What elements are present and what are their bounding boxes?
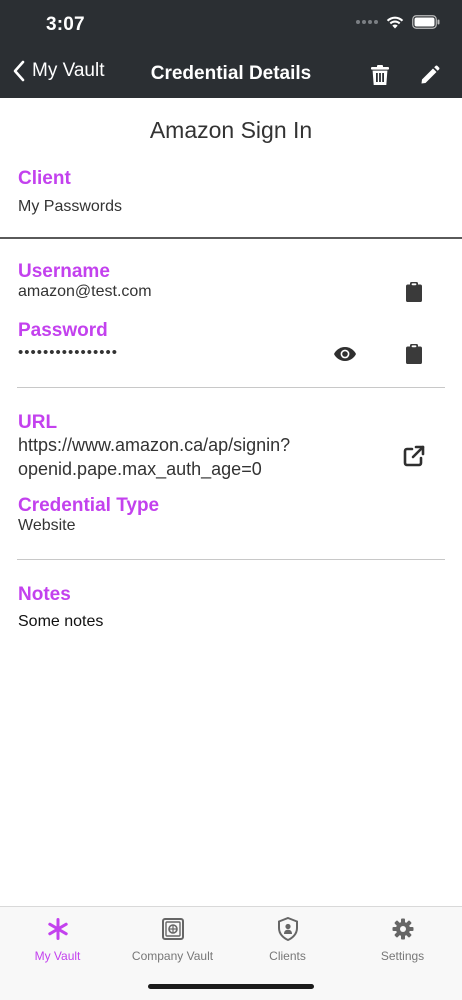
copy-password-button[interactable]	[399, 339, 429, 369]
cellular-signal-icon	[356, 20, 378, 24]
tab-company-vault[interactable]: Company Vault	[115, 915, 230, 963]
clipboard-icon	[406, 344, 422, 364]
copy-username-button[interactable]	[399, 277, 429, 307]
chevron-left-icon	[13, 60, 25, 82]
tab-label: Clients	[269, 949, 306, 963]
battery-icon	[412, 15, 440, 29]
clipboard-icon	[406, 282, 422, 302]
wifi-icon	[386, 15, 404, 29]
credential-name: Amazon Sign In	[149, 117, 313, 143]
asterisk-icon	[47, 918, 68, 940]
trash-icon	[371, 64, 389, 85]
shield-icon	[277, 917, 298, 941]
tab-settings[interactable]: Settings	[345, 915, 460, 963]
external-link-icon	[403, 445, 425, 467]
gear-icon	[392, 918, 413, 940]
username-value[interactable]: amazon@test.com	[18, 283, 152, 301]
client-value: My Passwords	[18, 198, 123, 215]
status-time: 3:07	[46, 14, 85, 35]
back-label: My Vault	[32, 60, 105, 81]
credential-type-label: Credential Type	[18, 495, 160, 516]
notes-label: Notes	[18, 584, 71, 605]
url-label: URL	[18, 412, 58, 433]
edit-button[interactable]	[416, 62, 444, 88]
back-button[interactable]: My Vault	[12, 60, 105, 82]
tab-label: My Vault	[34, 949, 81, 963]
url-value[interactable]: https://www.amazon.ca/ap/signin?openid.p…	[18, 433, 348, 481]
section-divider	[17, 559, 445, 560]
section-divider	[17, 387, 445, 388]
username-label: Username	[18, 261, 110, 282]
tab-label: Company Vault	[131, 949, 214, 963]
client-label: Client	[18, 168, 71, 189]
section-divider	[0, 237, 462, 239]
tab-my-vault[interactable]: My Vault	[0, 915, 115, 963]
safe-icon	[161, 918, 184, 940]
home-indicator	[148, 984, 314, 989]
navigation-bar: My Vault Credential Details	[0, 52, 462, 98]
pencil-icon	[421, 65, 440, 84]
eye-icon	[334, 347, 356, 361]
open-url-button[interactable]	[399, 441, 429, 471]
password-value[interactable]: ••••••••••••••••	[18, 344, 118, 361]
header-bar: 3:07 My Vault Credential Details	[0, 0, 462, 98]
tab-label: Settings	[380, 949, 425, 963]
delete-button[interactable]	[366, 62, 394, 88]
tab-clients[interactable]: Clients	[230, 915, 345, 963]
status-indicators	[356, 15, 440, 29]
show-password-button[interactable]	[330, 339, 360, 369]
notes-value: Some notes	[18, 613, 104, 630]
credential-type-value: Website	[18, 517, 76, 534]
password-label: Password	[18, 320, 108, 341]
